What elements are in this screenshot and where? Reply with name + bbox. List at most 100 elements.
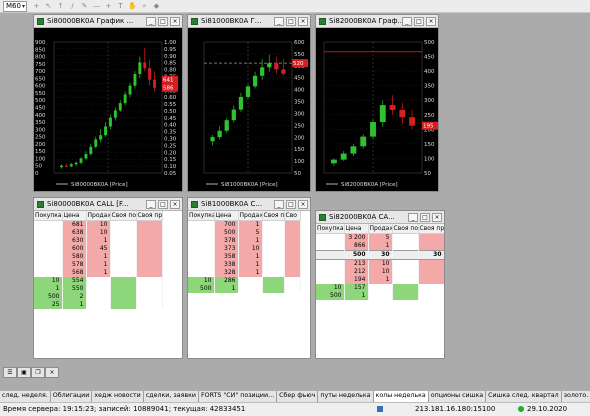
table-row[interactable]: 578 1 (34, 261, 163, 269)
minimize-button[interactable]: _ (146, 200, 156, 209)
chart-window-si82000[interactable]: Si82000BK0A Граф... _ □ × 500 450 400 350 30… (315, 14, 439, 192)
column-header[interactable]: Цена (62, 211, 87, 221)
maximize-button[interactable]: □ (158, 200, 168, 209)
column-header[interactable]: Цена (214, 211, 239, 221)
maximize-button[interactable]: □ (420, 213, 430, 222)
window-titlebar[interactable]: Si82000BK0A CA... _ □ × (316, 211, 444, 224)
window-titlebar[interactable]: Si80000BK0A График ... _ □ × (34, 15, 182, 28)
workspace-tab[interactable]: золото. (561, 391, 590, 402)
workspace-tab[interactable]: колы неделька (373, 391, 429, 402)
maximize-button[interactable]: □ (286, 17, 296, 26)
table-row[interactable]: 212 10 (316, 268, 444, 276)
table-row[interactable]: 681 10 (34, 220, 163, 229)
table-row[interactable]: 378 1 (188, 237, 301, 245)
minimize-button[interactable]: _ (274, 17, 284, 26)
chart-window-si81000[interactable]: Si81000BK0A Г... _ □ × 60055050045040035… (187, 14, 311, 192)
dash-icon[interactable]: — (92, 2, 101, 11)
table-row[interactable]: 500 1 (188, 285, 301, 293)
price-chart[interactable]: 500 450 400 350 300 250 200 150 100 50 195 Si82000B… (316, 28, 438, 191)
column-header[interactable]: Покупка (34, 211, 63, 221)
column-header[interactable]: Продажа (86, 211, 111, 221)
table-row[interactable]: 3 200 5 (316, 233, 444, 242)
table-row[interactable]: 328 1 (188, 269, 301, 277)
workspace-tab[interactable]: Сбер фьюч (277, 391, 319, 402)
table-row[interactable]: 10 554 (34, 277, 163, 285)
column-header[interactable]: Своя пок (110, 211, 137, 221)
draw-icon[interactable]: ✎ (80, 2, 89, 11)
minimize-button[interactable]: _ (402, 17, 412, 26)
table-row[interactable]: 338 1 (188, 261, 301, 269)
window-titlebar[interactable]: Si80000BK0A CALL [F... _ □ × (34, 198, 182, 211)
maximize-button[interactable]: □ (286, 200, 296, 209)
column-header[interactable]: Своя пр (136, 211, 163, 221)
close-button[interactable]: × (298, 17, 308, 26)
cascade-windows-button[interactable]: ❐ (31, 367, 45, 378)
table-row[interactable]: 630 1 (34, 237, 163, 245)
column-header[interactable]: Покупка (316, 224, 345, 234)
plus-icon[interactable]: + (32, 2, 41, 11)
text-icon[interactable]: T (116, 2, 125, 11)
maximize-button[interactable]: □ (414, 17, 424, 26)
table-row[interactable]: 194 1 (316, 276, 444, 284)
price-chart[interactable]: 1.000.950.900.850.800.750.700.650.600.55… (34, 28, 182, 191)
column-header[interactable]: Продажа (368, 224, 393, 234)
close-button[interactable]: × (426, 17, 436, 26)
table-row[interactable]: 25 1 (34, 301, 163, 309)
table-row[interactable]: 500 30 30 (316, 250, 444, 260)
quotes-window-si80000[interactable]: Si80000BK0A CALL [F... _ □ × Покупка Цена… (33, 197, 183, 359)
quotes-window-si82000[interactable]: Si82000BK0A CA... _ □ × Покупка Цена Прода… (315, 210, 445, 359)
chart-window-si80000[interactable]: Si80000BK0A График ... _ □ × 1.00 0.95 0.9… (33, 14, 183, 192)
table-row[interactable]: 580 1 (34, 253, 163, 261)
price-chart[interactable]: 60055050045040035030025020015010050520Si… (188, 28, 310, 191)
close-button[interactable]: × (432, 213, 442, 222)
diamond-icon[interactable]: ◆ (152, 2, 161, 11)
workspace-tab[interactable]: сделки, заявки (143, 391, 199, 402)
workspace-tab[interactable]: FORTS "СИ" позиции... (198, 391, 278, 402)
close-all-button[interactable]: × (45, 367, 59, 378)
column-header[interactable]: Сво (284, 211, 301, 221)
table-row[interactable]: 373 10 (188, 245, 301, 253)
hand-icon[interactable]: ✋ (128, 2, 137, 11)
quotes-window-si81000[interactable]: Si81000BK0A C... _ □ × ПокупкаЦенаПродаж… (187, 197, 311, 359)
column-header[interactable]: Своя по (262, 211, 285, 221)
zoom-icon[interactable]: ⌕ (140, 2, 149, 11)
workspace-tab[interactable]: Облигации (50, 391, 93, 402)
tile-windows-button[interactable]: ▣ (17, 367, 31, 378)
table-row[interactable]: 866 1 (316, 242, 444, 251)
table-row[interactable]: 1 550 (34, 285, 163, 293)
arrow-icon-2[interactable]: ↑ (56, 2, 65, 11)
table-row[interactable]: 10 286 (188, 277, 301, 285)
arrow-icon[interactable]: ↖ (44, 2, 53, 11)
column-header[interactable]: Цена (344, 224, 369, 234)
column-header[interactable]: Своя по (392, 224, 419, 234)
minimize-button[interactable]: _ (146, 17, 156, 26)
table-row[interactable]: 10 157 (316, 284, 444, 292)
column-header[interactable]: Покупка (188, 211, 215, 221)
table-row[interactable]: 500 2 (34, 293, 163, 301)
window-titlebar[interactable]: Si81000BK0A Г... _ □ × (188, 15, 310, 28)
timeframe-select[interactable]: M60 ▾ (3, 1, 27, 12)
table-row[interactable]: 638 10 (34, 229, 163, 237)
table-row[interactable]: 500 1 (316, 292, 444, 300)
maximize-button[interactable]: □ (158, 17, 168, 26)
window-titlebar[interactable]: Si81000BK0A C... _ □ × (188, 198, 310, 211)
table-row[interactable]: 600 45 (34, 245, 163, 253)
close-button[interactable]: × (298, 200, 308, 209)
window-titlebar[interactable]: Si82000BK0A Граф... _ □ × (316, 15, 438, 28)
close-button[interactable]: × (170, 200, 180, 209)
table-row[interactable]: 213 10 (316, 259, 444, 268)
cross-icon[interactable]: + (104, 2, 113, 11)
close-button[interactable]: × (170, 17, 180, 26)
line-icon[interactable]: ∕ (68, 2, 77, 11)
minimize-button[interactable]: _ (274, 200, 284, 209)
workspace-tab[interactable]: хедж новости (92, 391, 144, 402)
column-header[interactable]: Своя пр (418, 224, 444, 234)
minimized-window-button[interactable]: ☰ (3, 367, 17, 378)
table-row[interactable]: 358 1 (188, 253, 301, 261)
workspace-tab[interactable]: опционы сишка (428, 391, 487, 402)
column-header[interactable]: Продажа (238, 211, 263, 221)
table-row[interactable]: 700 1 (188, 220, 301, 229)
workspace-tab[interactable]: Сишка след. квартал (486, 391, 562, 402)
minimize-button[interactable]: _ (408, 213, 418, 222)
table-row[interactable]: 568 1 (34, 269, 163, 277)
